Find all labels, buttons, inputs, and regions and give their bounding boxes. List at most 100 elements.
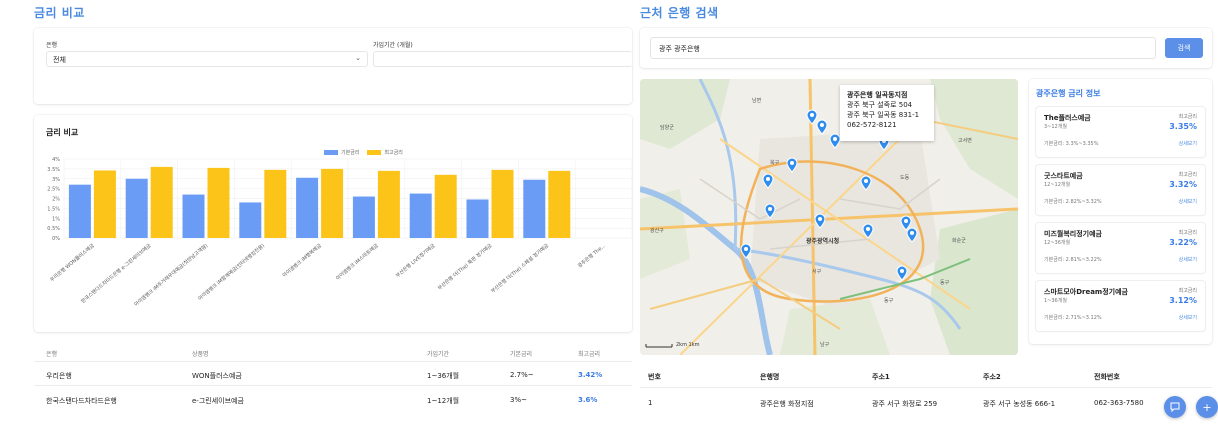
th-address2: 주소2 [983,373,1001,381]
rate-compare-title: 금리 비교 [34,6,85,20]
cell-product: e-그린세이브예금 [192,397,244,405]
map-place-label: 남구 [820,342,830,348]
product-card[interactable]: 미즈월복리정기예금 12~36개월 기본금리: 2.81%~3.22% 최고금리 3.2… [1036,223,1205,273]
th-bank-name: 은행명 [760,373,780,381]
bar-max[interactable] [93,170,116,238]
product-detail-link[interactable]: 상세보기 [1179,256,1197,263]
nearby-bank-title: 근처 은행 검색 [640,6,719,20]
bank-select[interactable]: 전체 ⌄ [46,51,368,67]
plus-icon[interactable]: + [1196,396,1218,418]
bar-base[interactable] [239,202,262,238]
chevron-down-icon: ⌄ [355,54,361,62]
bar-max[interactable] [264,169,287,238]
bar-max[interactable] [321,168,344,238]
product-name: 미즈월복리정기예금 [1044,230,1102,238]
bar-max[interactable] [491,169,514,238]
map-popup[interactable]: 광주은행 일곡동지점 광주 북구 설죽로 504 광주 북구 일곡동 831-1… [840,85,934,141]
bar-base[interactable] [523,179,546,238]
map-place-label: 북구 [770,160,780,166]
map-pin-icon[interactable] [860,175,872,191]
map-pin-icon[interactable] [762,173,774,189]
product-max-rate: 3.22% [1169,238,1197,247]
bar-max[interactable] [434,174,457,238]
cell-bank: 한국스탠다드차타드은행 [46,397,117,405]
bar-base[interactable] [296,177,319,238]
popup-branch-name: 광주은행 일곡동지점 [847,91,908,99]
popup-address1: 광주 북구 설죽로 504 [847,101,913,109]
popup-address2: 광주 북구 일곡동 831-1 [847,111,920,119]
bar-base[interactable] [352,196,375,238]
cell-bank-name: 광주은행 화정지점 [760,400,814,408]
cell-base-rate: 2.7%~ [510,371,534,379]
bar-max[interactable] [150,166,173,238]
bar-base[interactable] [466,199,489,238]
cell-product: WON플러스예금 [192,372,242,380]
product-name: 굿스타트예금 [1044,172,1083,180]
cell-phone: 062-363-7580 [1094,399,1144,407]
product-max-label: 최고금리 [1178,172,1197,178]
th-max-rate: 최고금리 [578,351,601,358]
product-detail-link[interactable]: 상세보기 [1179,140,1197,147]
bar-base[interactable] [125,178,148,238]
product-card[interactable]: 굿스타트예금 12~12개월기본금리: 2.82%~3.32% 최고금리 3.32% 상… [1036,165,1205,215]
filter-card: 은행 전체 ⌄ 가입기간 (개월) [34,28,632,104]
y-tick-label: 1.5% [47,206,60,212]
map-place-label: 고서면 [958,138,972,144]
x-tick-label: 아이엠뱅크 iM행복예금 [281,242,323,279]
map-place-label: 도동 [900,175,910,181]
period-input[interactable] [373,51,632,67]
product-max-label: 최고금리 [1178,230,1197,236]
map-view[interactable]: 2km 1km 담양군 남면 북구 광산구 서구 남구 동구 동구 도동 고서면 화순군 광주광역시… [640,79,1018,355]
map-pin-icon[interactable] [814,213,826,229]
product-detail-link[interactable]: 상세보기 [1179,314,1197,321]
product-period: 12~12개월 [1044,182,1071,188]
x-tick-label: 광주은행 The... [576,242,607,270]
th-phone: 전화번호 [1094,373,1120,381]
map-pin-icon[interactable] [896,265,908,281]
cell-address2: 광주 서구 농성동 666-1 [983,400,1056,408]
y-tick-label: 2.5% [47,187,60,193]
popup-phone: 062-572-8121 [847,121,897,129]
cell-max-rate: 3.42% [578,371,603,379]
search-input[interactable]: 광주 광주은행 [650,37,1156,59]
bank-filter-label: 은행 [46,42,58,49]
map-pin-icon[interactable] [906,227,918,243]
product-card[interactable]: The플러스예금 3~12개월 기본금리: 3.3%~3.35% 최고금리 3.35% 상… [1036,107,1205,157]
search-button[interactable]: 검색 [1165,38,1203,58]
product-detail-link[interactable]: 상세보기 [1179,198,1197,205]
map-pin-icon[interactable] [764,203,776,219]
map-pin-icon[interactable] [740,243,752,259]
cell-address1: 광주 서구 화정로 259 [872,400,938,408]
product-card[interactable]: 스마트모아Dream정기예금 1~36개월 기본금리: 2.71%~3.12% 최고금… [1036,281,1205,331]
map-pin-icon[interactable] [816,119,828,135]
product-name: The플러스예금 [1044,114,1091,122]
map-scale-label: 2km 1km [676,342,700,348]
bar-base[interactable] [182,194,205,238]
y-tick-label: 0% [52,236,60,242]
product-base-rate: 기본금리: 2.82%~3.32% [1044,199,1102,205]
y-tick-label: 1% [52,216,60,222]
map-pin-icon[interactable] [862,223,874,239]
product-base-rate: 기본금리: 2.71%~3.12% [1044,315,1102,321]
x-tick-label: 우리은행 WON플러스예금 [49,242,96,283]
map-tiles [640,79,1018,355]
product-max-rate: 3.12% [1169,296,1197,305]
product-max-rate: 3.35% [1169,122,1197,131]
x-tick-label: 부산은행 더(The) 스페셜 정기예금 [490,242,551,295]
bar-base[interactable] [68,184,91,238]
product-max-rate: 3.32% [1169,180,1197,189]
th-product: 상품명 [192,351,209,358]
bar-max[interactable] [377,170,400,238]
bar-base[interactable] [409,193,432,238]
chat-icon[interactable] [1164,396,1186,418]
x-tick-label: 부산은행 LIVE정기예금 [394,242,437,279]
bar-max[interactable] [207,167,230,238]
cell-number: 1 [648,399,653,407]
cell-period: 1~12개월 [427,397,460,405]
app-root: 금리 비교 은행 전체 ⌄ 가입기간 (개월) 금리 비교 기본금리 최고금리 … [0,0,1218,441]
bank-rate-panel-title: 광주은행 금리 정보 [1036,89,1101,98]
bar-max[interactable] [548,170,571,238]
cell-base-rate: 3%~ [510,396,527,404]
map-pin-icon[interactable] [786,157,798,173]
map-place-label: 광산구 [650,228,664,234]
